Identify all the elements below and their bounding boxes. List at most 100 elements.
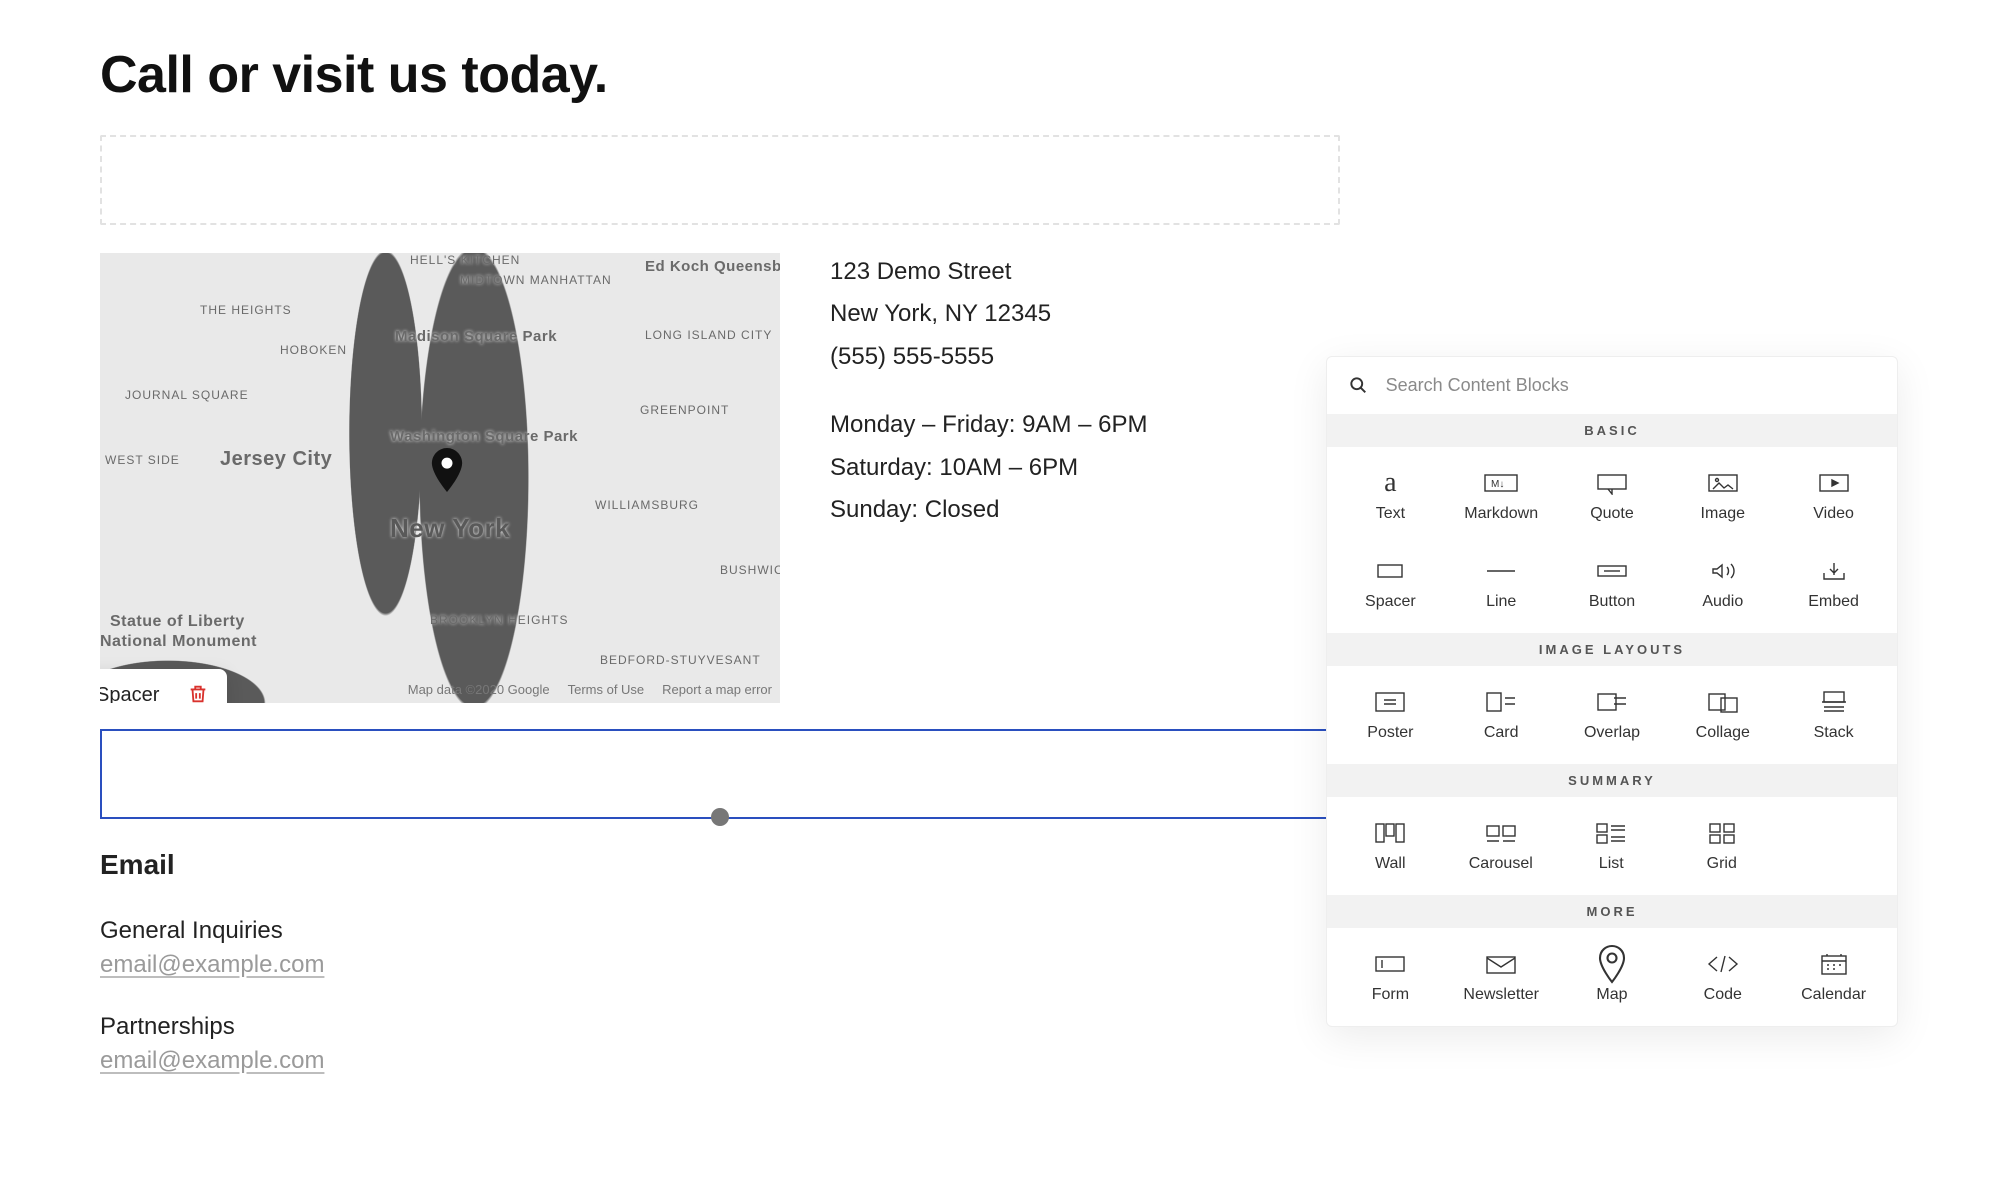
map-label-jersey: Jersey City: [220, 448, 332, 471]
block-code[interactable]: Code: [1667, 942, 1778, 1020]
block-line-label: Line: [1486, 593, 1516, 611]
block-line[interactable]: Line: [1446, 549, 1557, 627]
basic-blocks-grid: a Text M↓ Markdown Quote Image Video Spa…: [1327, 447, 1897, 633]
map-block[interactable]: New York Jersey City HOBOKEN THE HEIGHTS…: [100, 253, 780, 703]
editor-canvas: Call or visit us today. New York Jersey …: [100, 45, 1340, 1109]
imagelayouts-blocks-grid: Poster Card Overlap Collage Stack: [1327, 666, 1897, 764]
map-terms-link[interactable]: Terms of Use: [568, 682, 645, 697]
block-audio-label: Audio: [1702, 593, 1743, 611]
hours-line1: Monday – Friday: 9AM – 6PM: [830, 406, 1147, 444]
block-audio[interactable]: Audio: [1667, 549, 1778, 627]
map-label-madison: Madison Square Park: [395, 328, 557, 345]
block-quote[interactable]: Quote: [1557, 461, 1668, 539]
address-line1: 123 Demo Street: [830, 253, 1147, 291]
panel-search-row: [1327, 357, 1897, 414]
block-embed-label: Embed: [1808, 593, 1859, 611]
page-title[interactable]: Call or visit us today.: [100, 45, 1340, 105]
selected-spacer-block[interactable]: [100, 729, 1340, 819]
block-image-label: Image: [1701, 505, 1745, 523]
map-label-edkoch: Ed Koch Queensboro Bridg: [645, 258, 780, 275]
grid-icon: [1704, 821, 1740, 845]
general-email-link[interactable]: email@example.com: [100, 951, 324, 979]
block-collage[interactable]: Collage: [1667, 680, 1778, 758]
block-type-label: Spacer: [100, 684, 159, 704]
stack-icon: [1816, 690, 1852, 714]
map-label-bedstuy: BEDFORD-STUYVESANT: [600, 653, 761, 667]
block-type-chip[interactable]: Spacer: [100, 669, 227, 703]
map-pin-icon: [430, 448, 464, 482]
map-label-heights: THE HEIGHTS: [200, 303, 292, 317]
map-label-journal: JOURNAL SQUARE: [125, 388, 249, 402]
block-map[interactable]: Map: [1557, 942, 1668, 1020]
quote-icon: [1594, 471, 1630, 495]
map-report-link[interactable]: Report a map error: [662, 682, 772, 697]
block-image[interactable]: Image: [1667, 461, 1778, 539]
markdown-icon: M↓: [1483, 471, 1519, 495]
phone-line: (555) 555-5555: [830, 338, 1147, 376]
block-markdown[interactable]: M↓ Markdown: [1446, 461, 1557, 539]
block-calendar[interactable]: Calendar: [1778, 942, 1889, 1020]
block-list[interactable]: List: [1556, 811, 1667, 889]
block-grid[interactable]: Grid: [1667, 811, 1778, 889]
search-input[interactable]: [1386, 375, 1875, 396]
block-carousel[interactable]: Carousel: [1446, 811, 1557, 889]
map-city-label: New York: [390, 513, 510, 544]
carousel-icon: [1483, 821, 1519, 845]
empty-block-placeholder[interactable]: [100, 135, 1340, 225]
map-label-greenpoint: GREENPOINT: [640, 403, 729, 417]
block-spacer[interactable]: Spacer: [1335, 549, 1446, 627]
block-wall[interactable]: Wall: [1335, 811, 1446, 889]
hours-line3: Sunday: Closed: [830, 491, 1147, 529]
newsletter-icon: [1483, 952, 1519, 976]
poster-icon: [1372, 690, 1408, 714]
block-poster-label: Poster: [1367, 724, 1413, 742]
image-icon: [1705, 471, 1741, 495]
email-section[interactable]: Email General Inquiries email@example.co…: [100, 849, 1340, 1075]
block-text[interactable]: a Text: [1335, 461, 1446, 539]
block-spacer-label: Spacer: [1365, 593, 1416, 611]
summary-blocks-grid: Wall Carousel List Grid: [1327, 797, 1897, 895]
block-markdown-label: Markdown: [1464, 505, 1538, 523]
section-header-more: MORE: [1327, 895, 1897, 928]
map-label-westside: WEST SIDE: [105, 453, 180, 467]
code-icon: [1705, 952, 1741, 976]
line-icon: [1483, 559, 1519, 583]
calendar-icon: [1816, 952, 1852, 976]
embed-icon: [1816, 559, 1852, 583]
map-data-credit: Map data ©2020 Google: [408, 682, 550, 697]
block-poster[interactable]: Poster: [1335, 680, 1446, 758]
section-header-imagelayouts: IMAGE LAYOUTS: [1327, 633, 1897, 666]
map-label-kitchen: HELL'S KITCHEN: [410, 253, 520, 267]
video-icon: [1816, 471, 1852, 495]
list-icon: [1593, 821, 1629, 845]
block-newsletter-label: Newsletter: [1463, 986, 1539, 1004]
block-video[interactable]: Video: [1778, 461, 1889, 539]
block-button[interactable]: Button: [1557, 549, 1668, 627]
block-overlap[interactable]: Overlap: [1557, 680, 1668, 758]
form-icon: [1372, 952, 1408, 976]
map-icon: [1594, 952, 1630, 976]
resize-handle[interactable]: [711, 808, 729, 826]
search-icon: [1349, 376, 1368, 396]
contact-info-block[interactable]: 123 Demo Street New York, NY 12345 (555)…: [830, 253, 1147, 703]
block-embed[interactable]: Embed: [1778, 549, 1889, 627]
block-stack[interactable]: Stack: [1778, 680, 1889, 758]
block-form[interactable]: Form: [1335, 942, 1446, 1020]
partnerships-email-link[interactable]: email@example.com: [100, 1047, 324, 1075]
trash-icon[interactable]: [187, 683, 209, 703]
block-quote-label: Quote: [1590, 505, 1634, 523]
map-label-wash: Washington Square Park: [390, 428, 578, 445]
map-label-midtown: MIDTOWN MANHATTAN: [460, 273, 612, 287]
block-card[interactable]: Card: [1446, 680, 1557, 758]
block-grid-label: Grid: [1707, 855, 1737, 873]
block-text-label: Text: [1376, 505, 1405, 523]
general-label: General Inquiries: [100, 917, 1340, 945]
spacer-icon: [1372, 559, 1408, 583]
hours-line2: Saturday: 10AM – 6PM: [830, 449, 1147, 487]
block-newsletter[interactable]: Newsletter: [1446, 942, 1557, 1020]
block-collage-label: Collage: [1696, 724, 1750, 742]
map-label-bushwick: BUSHWIC: [720, 563, 780, 577]
email-heading: Email: [100, 849, 1340, 881]
collage-icon: [1705, 690, 1741, 714]
general-inquiries-group: General Inquiries email@example.com: [100, 917, 1340, 979]
